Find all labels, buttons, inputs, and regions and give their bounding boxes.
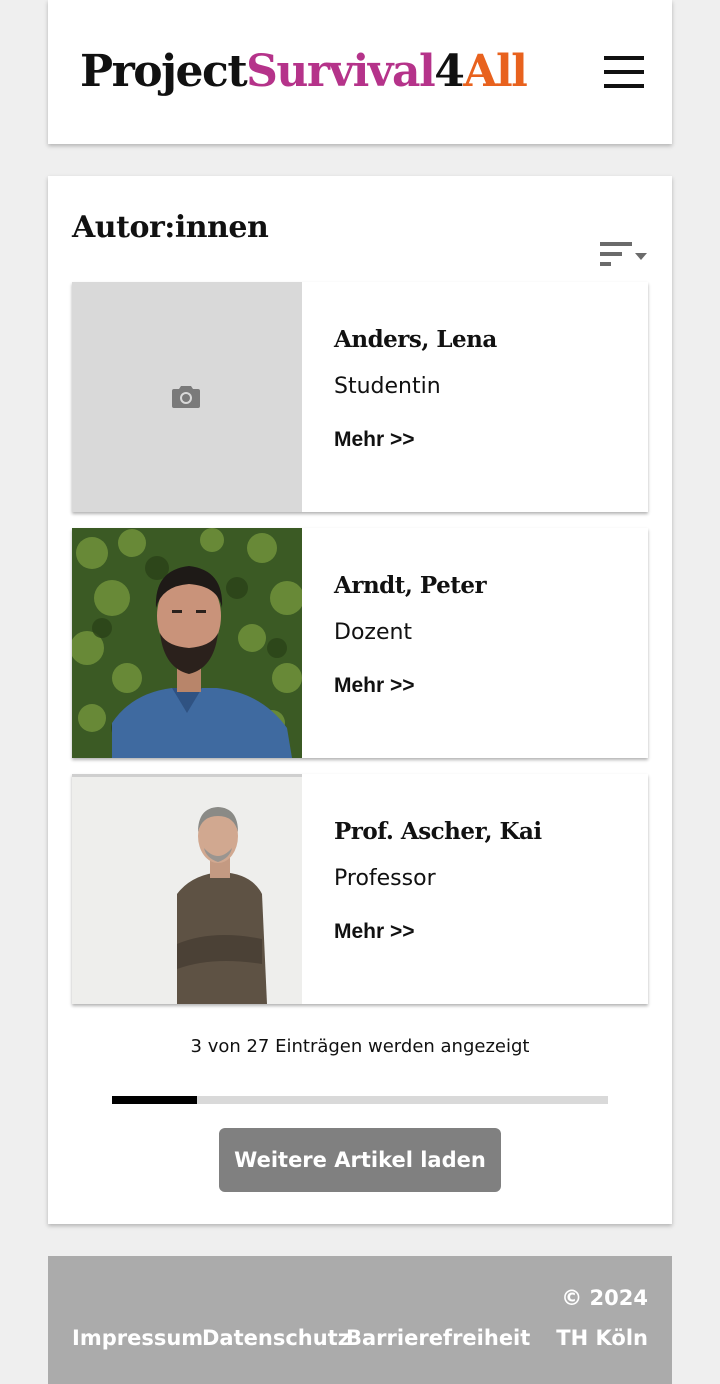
logo-part-project: Project <box>80 46 248 97</box>
logo-part-all: All <box>463 46 528 97</box>
author-role: Studentin <box>334 374 441 399</box>
logo-part-4: 4 <box>434 46 465 97</box>
more-link[interactable]: Mehr >> <box>334 674 415 698</box>
site-footer: Impressum Datenschutz Barrierefreiheit ©… <box>48 1256 672 1384</box>
photo-man-beard-denim-shirt <box>72 528 302 758</box>
footer-link-impressum[interactable]: Impressum <box>72 1326 203 1350</box>
results-progress-bar <box>112 1096 608 1104</box>
author-card: Prof. Ascher, Kai Professor Mehr >> <box>72 774 648 1004</box>
footer-org[interactable]: TH Köln <box>556 1326 648 1350</box>
page-title: Autor:innen <box>72 210 269 245</box>
site-logo[interactable]: ProjectSurvival4All <box>80 44 528 100</box>
author-name: Arndt, Peter <box>334 572 487 599</box>
author-photo <box>72 528 302 758</box>
photo-man-gray-hair-arms-crossed <box>72 774 302 1004</box>
author-card: Arndt, Peter Dozent Mehr >> <box>72 528 648 758</box>
footer-link-barrierefreiheit[interactable]: Barrierefreiheit <box>346 1326 530 1350</box>
sort-icon[interactable] <box>600 240 650 270</box>
site-header: ProjectSurvival4All <box>48 0 672 144</box>
more-link[interactable]: Mehr >> <box>334 428 415 452</box>
author-image-placeholder <box>72 282 302 512</box>
logo-part-survival: Survival <box>246 46 436 97</box>
hamburger-menu-icon[interactable] <box>604 56 644 88</box>
author-name: Prof. Ascher, Kai <box>334 818 542 845</box>
author-name: Anders, Lena <box>334 326 497 353</box>
more-link[interactable]: Mehr >> <box>334 920 415 944</box>
load-more-button[interactable]: Weitere Artikel laden <box>219 1128 501 1192</box>
authors-section: Autor:innen Anders, Lena Studentin Mehr … <box>48 176 672 1224</box>
author-role: Dozent <box>334 620 413 645</box>
footer-copyright: © 2024 <box>561 1286 648 1310</box>
results-progress-fill <box>112 1096 198 1104</box>
author-photo <box>72 774 302 1004</box>
author-card: Anders, Lena Studentin Mehr >> <box>72 282 648 512</box>
author-role: Professor <box>334 866 436 891</box>
camera-placeholder-icon <box>172 386 200 408</box>
results-count: 3 von 27 Einträgen werden angezeigt <box>190 1036 530 1057</box>
footer-link-datenschutz[interactable]: Datenschutz <box>202 1326 350 1350</box>
